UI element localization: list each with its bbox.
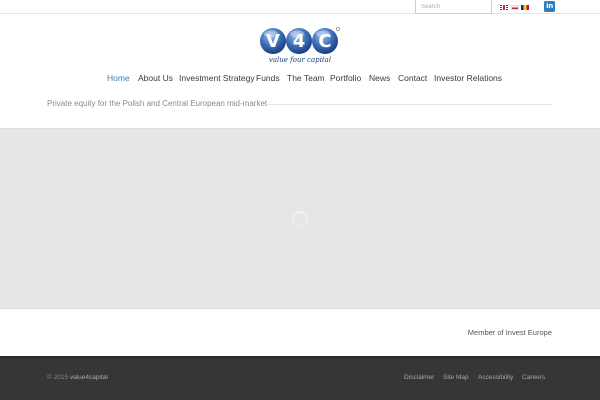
copyright-name[interactable]: value4capital [70, 374, 108, 381]
logo-tagline: value four capital [268, 56, 332, 64]
logo-letter-4: 4 [293, 31, 306, 52]
member-invest-europe[interactable]: Member of Invest Europe [468, 328, 552, 337]
nav-item-contact[interactable]: Contact [398, 73, 427, 83]
nav-item-about-us[interactable]: About Us [138, 73, 173, 83]
logo-letter-v: V [266, 31, 280, 52]
footer-link-careers[interactable]: Careers [522, 374, 545, 381]
footer-link-site-map[interactable]: Site Map [443, 374, 469, 381]
nav-item-the-team[interactable]: The Team [287, 73, 325, 83]
page-tagline: Private equity for the Polish and Centra… [47, 99, 268, 108]
nav-item-home[interactable]: Home [107, 73, 130, 83]
hero-slider[interactable] [0, 128, 600, 309]
nav-item-investor-relations[interactable]: Investor Relations [434, 73, 502, 83]
footer-link-disclaimer[interactable]: Disclaimer [404, 374, 434, 381]
search-input[interactable] [415, 0, 492, 14]
copyright: © 2015 value4capital [47, 374, 108, 381]
poland-flag-icon[interactable] [511, 5, 519, 10]
footer: © 2015 value4capital Disclaimer Site Map… [0, 356, 600, 400]
linkedin-icon[interactable]: in [544, 1, 555, 12]
footer-link-accessibility[interactable]: Accessibility [478, 374, 513, 381]
nav-item-funds[interactable]: Funds [256, 73, 280, 83]
copyright-prefix: © 2015 [47, 374, 69, 381]
uk-flag-icon[interactable] [500, 5, 508, 10]
tagline-divider [268, 103, 552, 105]
nav-item-investment-strategy[interactable]: Investment Strategy [179, 73, 255, 83]
nav-item-portfolio[interactable]: Portfolio [330, 73, 361, 83]
main-nav: Home About Us Investment Strategy Funds … [0, 73, 600, 85]
loading-spinner-icon [292, 211, 308, 227]
romania-flag-icon[interactable] [521, 5, 529, 10]
logo-letter-c: C [318, 31, 331, 52]
top-bar: in [0, 0, 600, 14]
nav-item-news[interactable]: News [369, 73, 390, 83]
